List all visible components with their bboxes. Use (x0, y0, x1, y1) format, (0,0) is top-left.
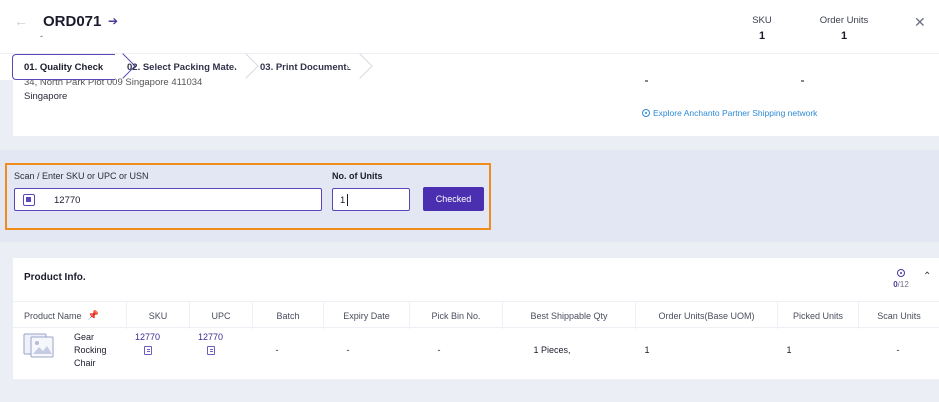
column-header: SKU (126, 302, 189, 329)
chevron-up-icon[interactable]: ⌃ (923, 271, 931, 282)
address-dot (801, 80, 804, 82)
product-info-title: Product Info. (24, 272, 86, 283)
explore-shipping-label: Explore Anchanto Partner Shipping networ… (653, 108, 818, 118)
sku-link[interactable]: 12770 (126, 332, 169, 342)
expiry-date-cell: - (346, 345, 350, 355)
order-units-label: Order Units (819, 15, 869, 26)
address-line-2: Singapore (24, 91, 68, 102)
scan-progress-total: /12 (897, 280, 909, 289)
units-field-label: No. of Units (332, 171, 383, 181)
address-card: 34, North Park Plot 009 Singapore 411034… (13, 77, 939, 136)
units-input-value: 1 (340, 195, 346, 206)
arrow-right-icon[interactable]: ➔ (108, 14, 118, 28)
sku-count-label: SKU (752, 15, 772, 26)
order-header: ← ORD071 ➔ - SKU 1 Order Units 1 ✕ (0, 0, 939, 54)
scan-progress-text: 0/12 (889, 280, 913, 289)
column-header: Best Shippable Qty (502, 302, 635, 329)
product-name: Gear Rocking Chair (74, 332, 107, 368)
scan-input-value: 12770 (54, 195, 81, 206)
column-header-label: Product Name (24, 310, 82, 321)
target-icon (897, 269, 905, 277)
scan-field-label: Scan / Enter SKU or UPC or USN (14, 171, 149, 181)
order-id: ORD071 (43, 13, 102, 30)
best-shippable-qty-cell: 1 Pieces, (533, 345, 571, 355)
table-row: Gear Rocking Chair 12770 12770 - - - 1 P… (13, 328, 939, 380)
column-header: Batch (252, 302, 323, 329)
order-units-count: Order Units 1 (813, 15, 875, 42)
pick-bin-cell: - (437, 345, 441, 355)
sku-count: SKU 1 (745, 15, 779, 42)
product-image (23, 333, 54, 358)
upc-link[interactable]: 12770 (189, 332, 232, 342)
order-units-cell: 1 (644, 345, 650, 355)
table-header: Product Name 📌 SKU UPC Batch Expiry Date… (13, 301, 939, 329)
scan-input[interactable]: 12770 (14, 188, 322, 211)
picked-units-cell: 1 (786, 345, 792, 355)
column-header: Scan Units (858, 302, 939, 329)
column-header: Pick Bin No. (409, 302, 502, 329)
column-header: Picked Units (777, 302, 858, 329)
globe-icon (642, 109, 650, 117)
column-header: Order Units(Base UOM) (635, 302, 777, 329)
scan-units-cell: - (896, 345, 900, 355)
column-header: Expiry Date (323, 302, 409, 329)
batch-cell: - (275, 345, 279, 355)
units-input[interactable]: 1 (332, 188, 410, 211)
scan-progress: 0/12 (889, 269, 913, 289)
column-header: Product Name 📌 (13, 302, 126, 329)
explore-shipping-link[interactable]: Explore Anchanto Partner Shipping networ… (642, 108, 817, 118)
text-caret (347, 194, 348, 206)
column-header: UPC (189, 302, 252, 329)
barcode-scan-icon (23, 194, 35, 206)
product-info-card: Product Info. 0/12 ⌃ Product Name 📌 SKU … (13, 258, 939, 380)
pin-icon[interactable]: 📌 (88, 310, 99, 321)
arrow-left-icon[interactable]: ← (14, 13, 28, 29)
copy-icon[interactable] (206, 346, 215, 355)
address-dot (645, 80, 648, 82)
close-icon[interactable]: ✕ (914, 14, 926, 31)
copy-icon[interactable] (143, 346, 152, 355)
step-label: 02. Select Packing Material (127, 61, 249, 73)
sku-cell: 12770 (126, 332, 169, 355)
step-label: 01. Quality Check (24, 61, 104, 73)
upc-cell: 12770 (189, 332, 232, 355)
order-subtitle: - (40, 31, 43, 41)
sku-count-value: 1 (758, 30, 766, 42)
checked-button[interactable]: Checked (423, 187, 484, 211)
order-units-value: 1 (840, 30, 848, 42)
step-label: 03. Print Documents (260, 61, 352, 73)
step-quality-check[interactable]: 01. Quality Check (12, 54, 115, 80)
